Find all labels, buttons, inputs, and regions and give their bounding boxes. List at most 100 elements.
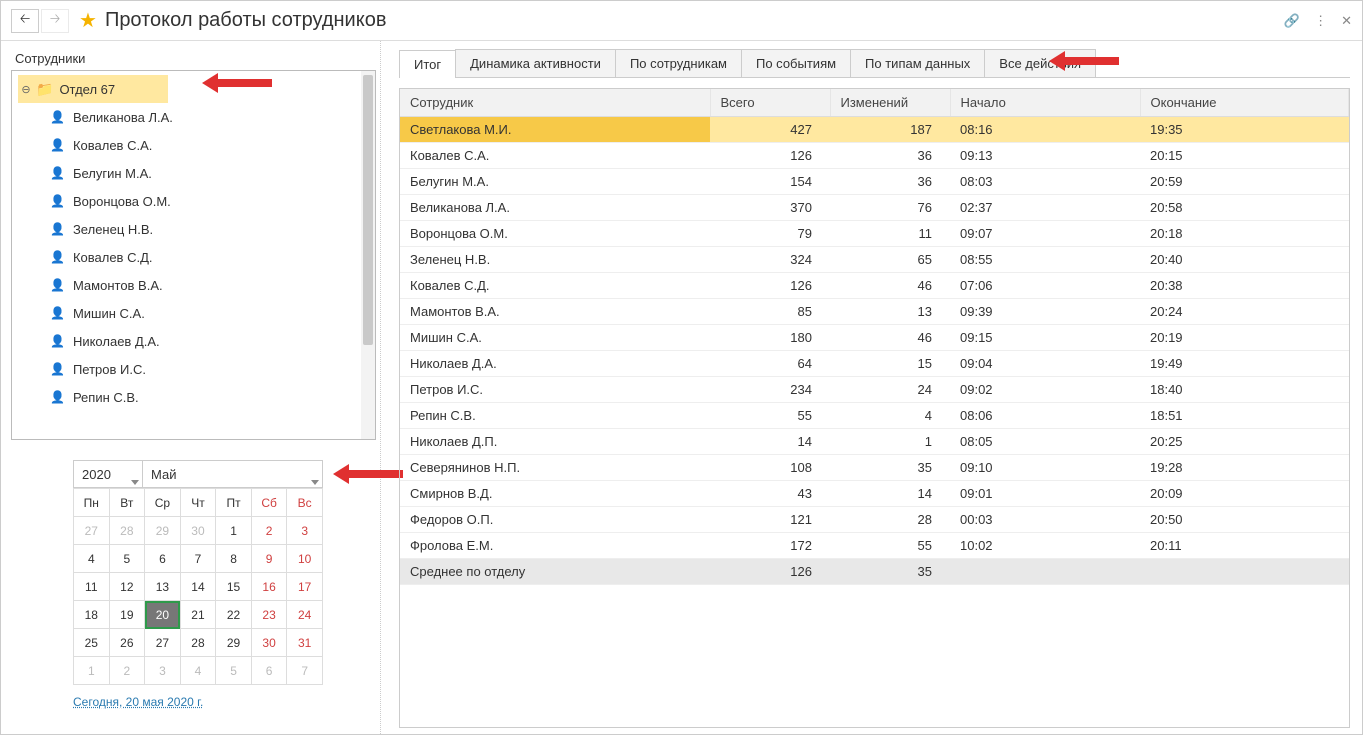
tree-employee[interactable]: 👤Белугин М.А. — [18, 159, 375, 187]
tree-scrollbar[interactable] — [361, 71, 375, 439]
calendar-day[interactable]: 6 — [251, 657, 287, 685]
table-row[interactable]: Фролова Е.М.1725510:0220:11 — [400, 533, 1349, 559]
calendar-day[interactable]: 29 — [216, 629, 252, 657]
calendar-day[interactable]: 18 — [74, 601, 110, 629]
calendar-day[interactable]: 28 — [109, 517, 145, 545]
calendar-year-select[interactable]: 2020 — [73, 460, 143, 488]
table-row[interactable]: Мамонтов В.А.851309:3920:24 — [400, 299, 1349, 325]
calendar-day[interactable]: 11 — [74, 573, 110, 601]
tree-employee[interactable]: 👤Мамонтов В.А. — [18, 271, 375, 299]
calendar-day[interactable]: 19 — [109, 601, 145, 629]
calendar-day[interactable]: 6 — [145, 545, 181, 573]
cell-end: 20:25 — [1140, 429, 1349, 455]
table-row[interactable]: Ковалев С.Д.1264607:0620:38 — [400, 273, 1349, 299]
calendar-day[interactable]: 14 — [180, 573, 216, 601]
tree-employee[interactable]: 👤Мишин С.А. — [18, 299, 375, 327]
table-row[interactable]: Северянинов Н.П.1083509:1019:28 — [400, 455, 1349, 481]
calendar-day[interactable]: 26 — [109, 629, 145, 657]
table-row[interactable]: Федоров О.П.1212800:0320:50 — [400, 507, 1349, 533]
calendar-day[interactable]: 29 — [145, 517, 181, 545]
table-row[interactable]: Николаев Д.П.14108:0520:25 — [400, 429, 1349, 455]
calendar-day[interactable]: 16 — [251, 573, 287, 601]
tree-employee[interactable]: 👤Зеленец Н.В. — [18, 215, 375, 243]
calendar-day[interactable]: 28 — [180, 629, 216, 657]
tree-employee[interactable]: 👤Великанова Л.А. — [18, 103, 375, 131]
employee-name: Репин С.В. — [73, 390, 139, 405]
collapse-icon[interactable]: ⊖ — [20, 83, 32, 96]
calendar-day[interactable]: 8 — [216, 545, 252, 573]
calendar-day[interactable]: 1 — [216, 517, 252, 545]
tree-employee[interactable]: 👤Ковалев С.А. — [18, 131, 375, 159]
tree-employee[interactable]: 👤Воронцова О.М. — [18, 187, 375, 215]
table-row[interactable]: Петров И.С.2342409:0218:40 — [400, 377, 1349, 403]
today-link[interactable]: Сегодня, 20 мая 2020 г. — [73, 695, 203, 709]
tab-1[interactable]: Динамика активности — [455, 49, 616, 77]
calendar-day[interactable]: 4 — [180, 657, 216, 685]
calendar-month-select[interactable]: Май — [143, 460, 323, 488]
cell-start: 09:10 — [950, 455, 1140, 481]
table-row[interactable]: Белугин М.А.1543608:0320:59 — [400, 169, 1349, 195]
calendar-day[interactable]: 4 — [74, 545, 110, 573]
employee-name: Великанова Л.А. — [73, 110, 173, 125]
table-row[interactable]: Великанова Л.А.3707602:3720:58 — [400, 195, 1349, 221]
calendar-day[interactable]: 25 — [74, 629, 110, 657]
calendar-day[interactable]: 5 — [109, 545, 145, 573]
calendar-day[interactable]: 24 — [287, 601, 323, 629]
table-row[interactable]: Мишин С.А.1804609:1520:19 — [400, 325, 1349, 351]
table-row[interactable]: Николаев Д.А.641509:0419:49 — [400, 351, 1349, 377]
cell-total: 126 — [710, 559, 830, 585]
calendar-day[interactable]: 9 — [251, 545, 287, 573]
calendar-day[interactable]: 30 — [180, 517, 216, 545]
table-row[interactable]: Светлакова М.И.42718708:1619:35 — [400, 117, 1349, 143]
calendar-day[interactable]: 2 — [251, 517, 287, 545]
calendar-day[interactable]: 27 — [74, 517, 110, 545]
table-row[interactable]: Зеленец Н.В.3246508:5520:40 — [400, 247, 1349, 273]
calendar-day[interactable]: 1 — [74, 657, 110, 685]
calendar-day[interactable]: 7 — [287, 657, 323, 685]
calendar-day[interactable]: 12 — [109, 573, 145, 601]
calendar-day[interactable]: 5 — [216, 657, 252, 685]
link-icon[interactable]: 🔗 — [1284, 13, 1300, 29]
calendar-day[interactable]: 13 — [145, 573, 181, 601]
table-row[interactable]: Ковалев С.А.1263609:1320:15 — [400, 143, 1349, 169]
table-row[interactable]: Воронцова О.М.791109:0720:18 — [400, 221, 1349, 247]
calendar-day[interactable]: 27 — [145, 629, 181, 657]
col-end[interactable]: Окончание — [1140, 89, 1349, 117]
employee-tree[interactable]: ⊖ 📁 Отдел 67 👤Великанова Л.А.👤Ковалев С.… — [11, 70, 376, 440]
tree-department[interactable]: ⊖ 📁 Отдел 67 — [18, 75, 168, 103]
nav-back-button[interactable]: 🡠 — [11, 9, 39, 33]
calendar-day[interactable]: 3 — [287, 517, 323, 545]
tree-employee[interactable]: 👤Петров И.С. — [18, 355, 375, 383]
tree-employee[interactable]: 👤Ковалев С.Д. — [18, 243, 375, 271]
calendar-day[interactable]: 2 — [109, 657, 145, 685]
calendar-day[interactable]: 21 — [180, 601, 216, 629]
tree-employee[interactable]: 👤Репин С.В. — [18, 383, 375, 411]
calendar-day[interactable]: 20 — [145, 601, 181, 629]
calendar-day[interactable]: 22 — [216, 601, 252, 629]
tab-3[interactable]: По событиям — [741, 49, 851, 77]
col-changes[interactable]: Изменений — [830, 89, 950, 117]
table-row[interactable]: Смирнов В.Д.431409:0120:09 — [400, 481, 1349, 507]
calendar-day[interactable]: 3 — [145, 657, 181, 685]
calendar-day[interactable]: 15 — [216, 573, 252, 601]
calendar-day[interactable]: 17 — [287, 573, 323, 601]
col-start[interactable]: Начало — [950, 89, 1140, 117]
calendar-day[interactable]: 23 — [251, 601, 287, 629]
tab-2[interactable]: По сотрудникам — [615, 49, 742, 77]
calendar-day[interactable]: 31 — [287, 629, 323, 657]
tab-4[interactable]: По типам данных — [850, 49, 985, 77]
table-row[interactable]: Репин С.В.55408:0618:51 — [400, 403, 1349, 429]
summary-table[interactable]: Сотрудник Всего Изменений Начало Окончан… — [400, 89, 1349, 585]
favorite-star-icon[interactable]: ★ — [79, 8, 97, 33]
table-summary-row[interactable]: Среднее по отделу12635 — [400, 559, 1349, 585]
calendar-grid[interactable]: ПнВтСрЧтПтСбВс 2728293012345678910111213… — [73, 488, 323, 685]
tree-employee[interactable]: 👤Николаев Д.А. — [18, 327, 375, 355]
close-icon[interactable]: ✕ — [1341, 13, 1352, 29]
calendar-day[interactable]: 30 — [251, 629, 287, 657]
col-total[interactable]: Всего — [710, 89, 830, 117]
col-employee[interactable]: Сотрудник — [400, 89, 710, 117]
more-menu-icon[interactable]: ⋮ — [1314, 13, 1327, 29]
calendar-day[interactable]: 10 — [287, 545, 323, 573]
calendar-day[interactable]: 7 — [180, 545, 216, 573]
tab-0[interactable]: Итог — [399, 50, 456, 78]
